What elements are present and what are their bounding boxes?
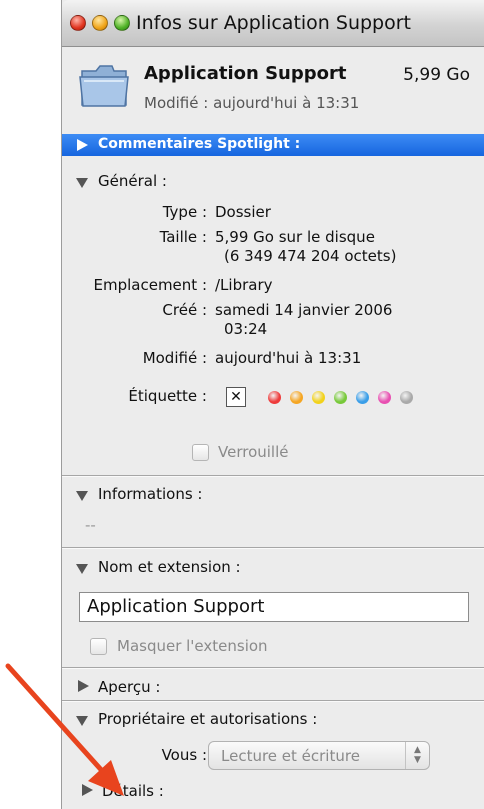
locked-label: Verrouillé: [218, 443, 289, 461]
size-value: 5,99 Go sur le disque: [215, 228, 375, 246]
disclosure-down-icon[interactable]: [76, 564, 88, 574]
file-size: 5,99 Go: [403, 65, 470, 85]
disclosure-right-icon[interactable]: [77, 139, 88, 151]
section-label: Aperçu :: [98, 678, 161, 696]
type-label: Type :: [162, 203, 207, 221]
tag-color-dot[interactable]: [290, 391, 303, 404]
modified-value: aujourd'hui à 13:31: [215, 349, 362, 367]
tag-color-dot[interactable]: [378, 391, 391, 404]
divider: [62, 475, 484, 477]
tag-label: Étiquette :: [128, 387, 207, 405]
tag-color-dot[interactable]: [356, 391, 369, 404]
file-modified: Modifié : aujourd'hui à 13:31: [144, 94, 360, 112]
file-header: Application Support 5,99 Go Modifié : au…: [62, 47, 484, 135]
location-label: Emplacement :: [93, 276, 208, 294]
disclosure-down-icon[interactable]: [76, 491, 88, 501]
section-details[interactable]: Détails :: [62, 780, 484, 804]
section-spotlight-comments[interactable]: Commentaires Spotlight :: [62, 134, 484, 156]
section-label: Détails :: [102, 782, 164, 800]
section-label: Nom et extension :: [98, 558, 241, 576]
tag-color-dot[interactable]: [312, 391, 325, 404]
divider: [62, 700, 484, 702]
type-value: Dossier: [215, 203, 271, 221]
zoom-button[interactable]: [114, 15, 130, 31]
modified-label: Modifié :: [142, 349, 207, 367]
info-window: Infos sur Application Support Applicatio…: [61, 0, 484, 809]
size-label: Taille :: [159, 228, 207, 246]
disclosure-right-icon[interactable]: [78, 680, 89, 692]
created-label: Créé :: [162, 301, 207, 319]
informations-value: --: [85, 516, 96, 534]
section-label: Commentaires Spotlight :: [98, 136, 301, 152]
popup-arrows-icon: ▲ ▼: [405, 742, 429, 769]
location-value: /Library: [215, 276, 273, 294]
section-ownership[interactable]: Propriétaire et autorisations :: [62, 708, 484, 732]
tag-color-dot[interactable]: [334, 391, 347, 404]
permission-popup[interactable]: Lecture et écriture ▲ ▼: [208, 741, 430, 770]
tag-color-dot[interactable]: [400, 391, 413, 404]
locked-checkbox[interactable]: [192, 444, 209, 461]
section-name-extension[interactable]: Nom et extension :: [62, 556, 484, 580]
no-tag-button[interactable]: ✕: [226, 387, 246, 407]
name-field[interactable]: Application Support: [79, 592, 469, 622]
close-button[interactable]: [70, 15, 86, 31]
size-bytes-value: (6 349 474 204 octets): [224, 247, 397, 265]
section-label: Propriétaire et autorisations :: [98, 710, 318, 728]
hide-extension-label: Masquer l'extension: [117, 637, 268, 655]
created-value: samedi 14 janvier 2006: [215, 301, 393, 319]
created-time-value: 03:24: [224, 320, 268, 338]
divider: [62, 547, 484, 549]
disclosure-down-icon[interactable]: [76, 178, 88, 188]
file-name: Application Support: [144, 63, 347, 84]
divider: [62, 667, 484, 669]
minimize-button[interactable]: [92, 15, 108, 31]
section-informations[interactable]: Informations :: [62, 483, 484, 507]
tag-color-dot[interactable]: [268, 391, 281, 404]
disclosure-down-icon[interactable]: [76, 716, 88, 726]
hide-extension-checkbox[interactable]: [90, 638, 107, 655]
permission-value: Lecture et écriture: [221, 747, 360, 765]
disclosure-right-icon[interactable]: [82, 784, 93, 796]
section-general[interactable]: Général :: [62, 170, 484, 194]
section-label: Général :: [98, 172, 167, 190]
you-label: Vous :: [161, 746, 207, 764]
window-title: Infos sur Application Support: [136, 12, 411, 34]
section-label: Informations :: [98, 485, 203, 503]
section-preview[interactable]: Aperçu :: [62, 676, 484, 700]
folder-icon: [79, 65, 129, 107]
title-bar[interactable]: Infos sur Application Support: [62, 0, 484, 47]
